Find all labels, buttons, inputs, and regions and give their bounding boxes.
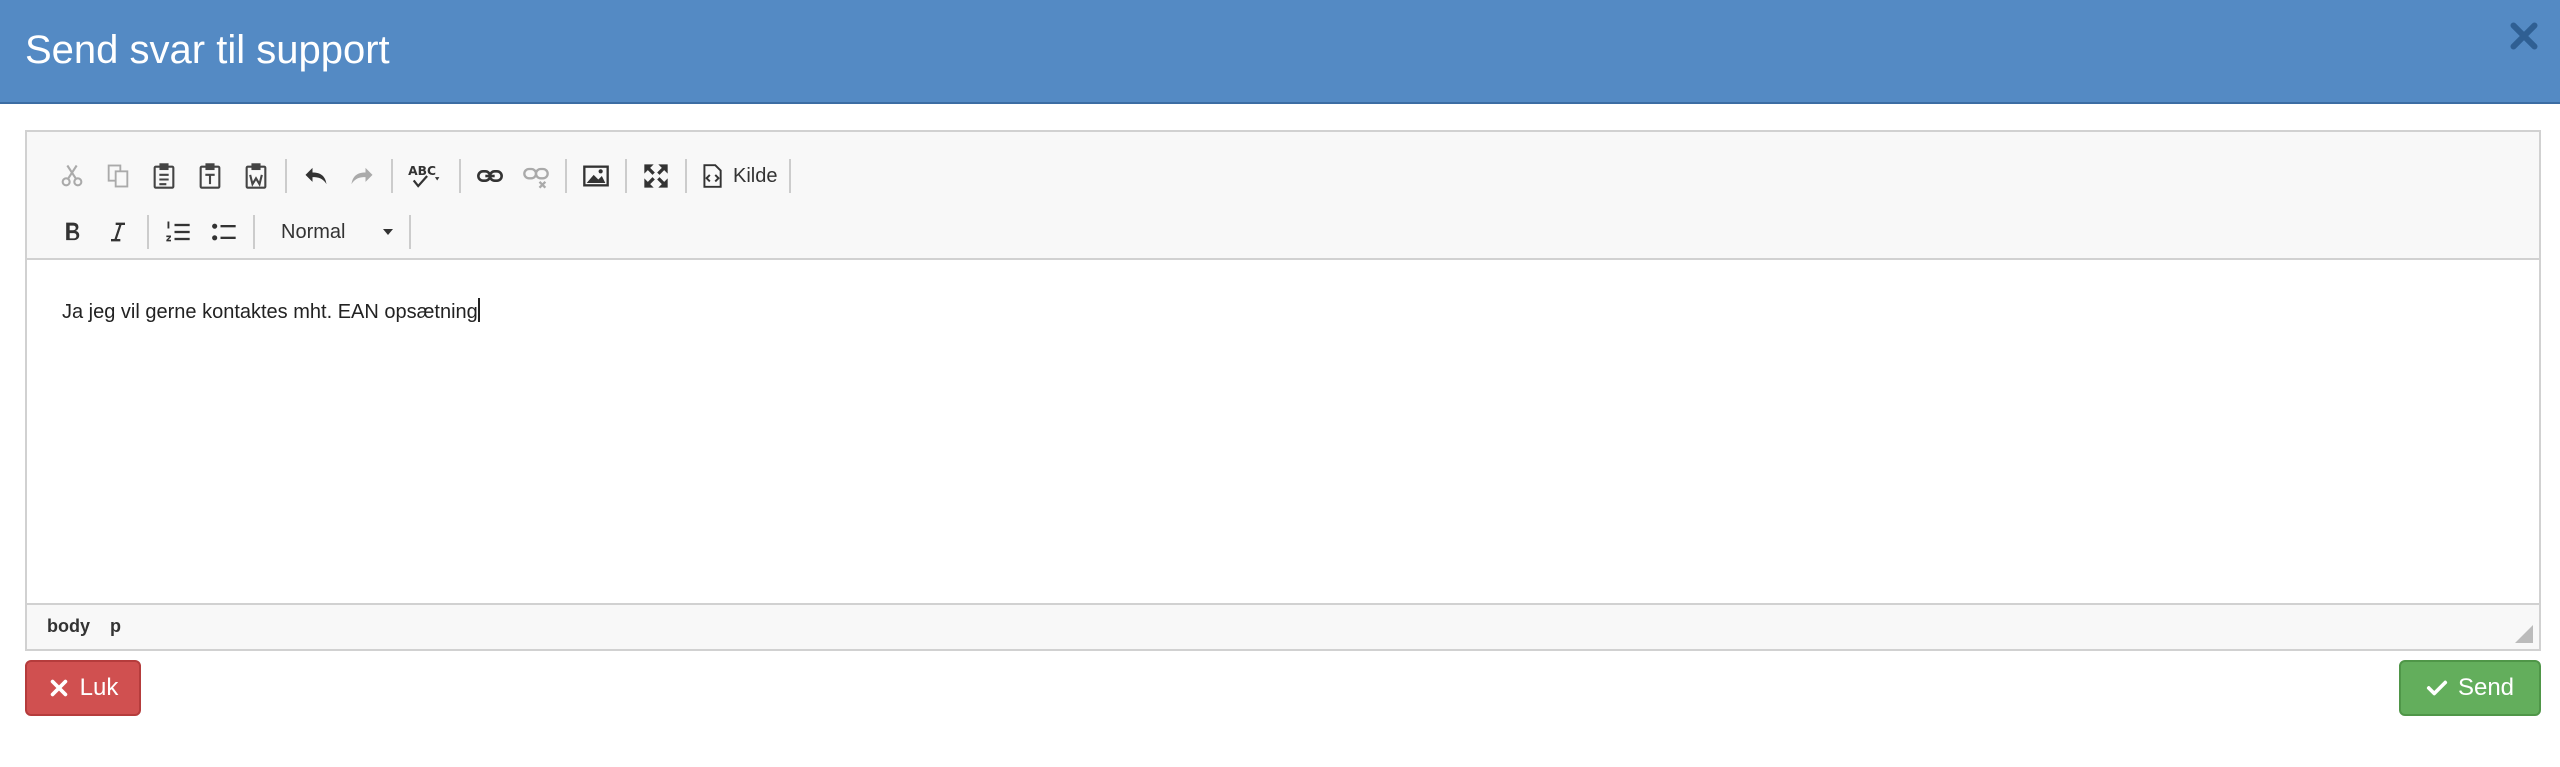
format-dropdown[interactable]: Normal xyxy=(261,212,403,252)
toolbar-separator xyxy=(409,215,411,249)
toolbar-separator xyxy=(565,159,567,193)
format-dropdown-value: Normal xyxy=(281,220,346,243)
element-path-body[interactable]: body xyxy=(47,616,90,637)
unlink-icon xyxy=(523,167,549,189)
numbered-list-icon xyxy=(166,221,190,242)
numbered-list-button[interactable] xyxy=(158,212,198,252)
editor-text: Ja jeg vil gerne kontaktes mht. EAN opsæ… xyxy=(62,301,478,323)
element-path-p[interactable]: p xyxy=(110,616,121,637)
undo-button[interactable] xyxy=(296,156,336,196)
link-icon xyxy=(477,170,503,182)
redo-icon xyxy=(351,167,373,185)
close-button[interactable]: Luk xyxy=(25,660,141,716)
italic-button[interactable] xyxy=(98,212,138,252)
toolbar-separator xyxy=(685,159,687,193)
close-button-label: Luk xyxy=(79,674,119,701)
dialog-header: Send svar til support xyxy=(0,0,2560,104)
undo-icon xyxy=(305,167,327,185)
image-icon xyxy=(583,165,609,187)
source-button[interactable]: Kilde xyxy=(693,156,783,196)
toolbar-row-1: ABC Kilde xyxy=(49,152,797,200)
bulleted-list-button[interactable] xyxy=(204,212,244,252)
paste-word-icon xyxy=(245,163,267,189)
text-cursor xyxy=(477,298,480,322)
editor-content-area[interactable]: Ja jeg vil gerne kontaktes mht. EAN opsæ… xyxy=(27,260,2539,603)
cut-icon xyxy=(61,164,83,187)
spellcheck-button[interactable]: ABC xyxy=(402,156,450,196)
copy-icon xyxy=(107,164,129,188)
source-icon xyxy=(703,164,722,188)
toolbar-separator xyxy=(253,215,255,249)
paste-text-icon xyxy=(199,163,221,189)
check-icon xyxy=(2426,680,2448,696)
unlink-button[interactable] xyxy=(516,156,556,196)
toolbar-separator xyxy=(789,159,792,193)
close-icon[interactable] xyxy=(2506,18,2542,54)
toolbar-separator xyxy=(391,159,393,193)
source-label: Kilde xyxy=(733,164,778,187)
rich-text-editor: ABC Kilde Normal Ja jeg vil gerne kontak… xyxy=(25,130,2541,651)
send-button[interactable]: Send xyxy=(2399,660,2541,716)
link-button[interactable] xyxy=(470,156,510,196)
italic-icon xyxy=(111,222,125,242)
times-icon xyxy=(50,679,67,697)
spellcheck-icon: ABC xyxy=(408,164,440,188)
paste-text-button[interactable] xyxy=(190,156,230,196)
chevron-down-icon xyxy=(383,229,393,235)
maximize-icon xyxy=(644,164,668,188)
send-button-label: Send xyxy=(2457,674,2515,701)
redo-button[interactable] xyxy=(342,156,382,196)
resize-handle-icon[interactable] xyxy=(2515,625,2533,643)
cut-button[interactable] xyxy=(52,156,92,196)
toolbar-row-2: Normal xyxy=(49,208,417,256)
toolbar-separator xyxy=(459,159,461,193)
toolbar-separator xyxy=(625,159,627,193)
copy-button[interactable] xyxy=(98,156,138,196)
paste-icon xyxy=(153,163,175,189)
bold-button[interactable] xyxy=(52,212,92,252)
image-button[interactable] xyxy=(576,156,616,196)
send-reply-dialog: Send svar til support ABC Kilde Normal J… xyxy=(0,0,2560,767)
maximize-button[interactable] xyxy=(636,156,676,196)
toolbar-separator xyxy=(147,215,149,249)
bold-icon xyxy=(66,222,80,241)
svg-text:ABC: ABC xyxy=(408,164,436,178)
toolbar-separator xyxy=(285,159,287,193)
bulleted-list-icon xyxy=(212,223,236,241)
paste-button[interactable] xyxy=(144,156,184,196)
dialog-title: Send svar til support xyxy=(25,28,390,72)
editor-paragraph[interactable]: Ja jeg vil gerne kontaktes mht. EAN opsæ… xyxy=(62,298,480,324)
editor-toolbar: ABC Kilde Normal xyxy=(27,132,2539,260)
paste-word-button[interactable] xyxy=(236,156,276,196)
editor-statusbar: body p xyxy=(27,603,2539,649)
